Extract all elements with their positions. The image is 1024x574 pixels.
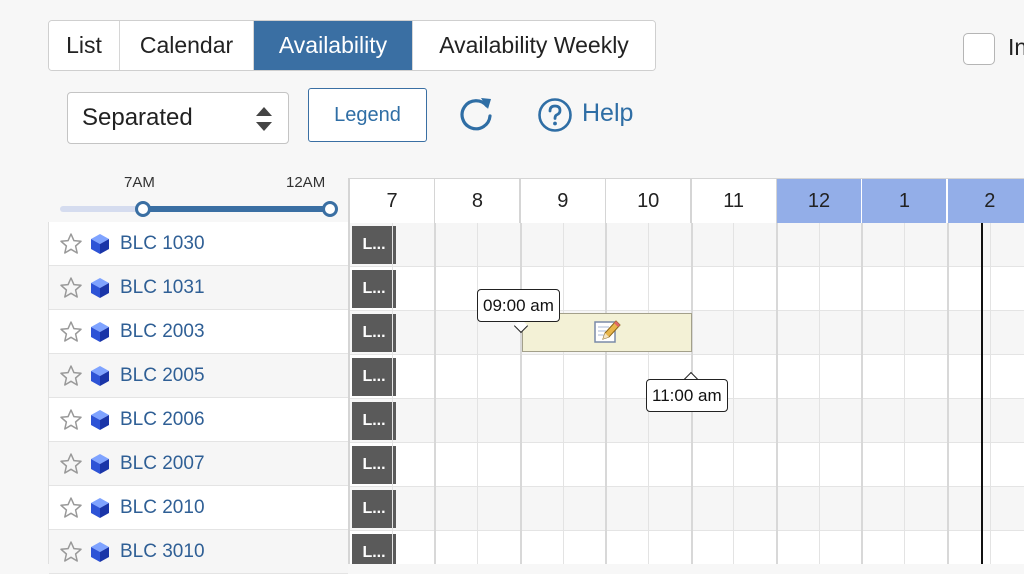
room-name-link[interactable]: BLC 2007 bbox=[120, 453, 205, 475]
grid-row[interactable]: L... bbox=[350, 443, 1024, 487]
room-row: BLC 3010 bbox=[49, 530, 348, 574]
edit-pencil-icon[interactable] bbox=[593, 318, 621, 346]
room-row: BLC 2006 bbox=[49, 398, 348, 442]
reserved-block-label[interactable]: L... bbox=[352, 446, 396, 484]
refresh-icon[interactable] bbox=[456, 94, 496, 134]
time-range-start-handle[interactable] bbox=[135, 201, 151, 217]
star-icon[interactable] bbox=[59, 452, 83, 476]
grid-line bbox=[776, 223, 778, 564]
help-icon[interactable] bbox=[537, 97, 573, 133]
reserved-block-label[interactable]: L... bbox=[352, 490, 396, 528]
star-icon[interactable] bbox=[59, 364, 83, 388]
hour-header-cell: 7 bbox=[350, 179, 436, 224]
select-arrows-icon bbox=[256, 107, 272, 131]
room-name-link[interactable]: BLC 1030 bbox=[120, 233, 205, 255]
grid-line bbox=[562, 223, 564, 564]
hour-header-cell: 2 bbox=[947, 179, 1024, 224]
hour-header-cell: 8 bbox=[435, 179, 522, 224]
grid-row[interactable]: L... bbox=[350, 487, 1024, 531]
room-cube-icon bbox=[91, 277, 109, 298]
room-name-link[interactable]: BLC 1031 bbox=[120, 277, 205, 299]
room-name-link[interactable]: BLC 3010 bbox=[120, 541, 205, 563]
room-cube-icon bbox=[91, 497, 109, 518]
reserved-block-label[interactable]: L... bbox=[352, 226, 396, 264]
room-cube-icon bbox=[91, 233, 109, 254]
star-icon[interactable] bbox=[59, 232, 83, 256]
tab-list[interactable]: List bbox=[49, 21, 120, 70]
grid-line bbox=[904, 223, 906, 564]
view-tabs: List Calendar Availability Availability … bbox=[48, 20, 656, 71]
grid-row[interactable]: L... bbox=[350, 223, 1024, 267]
room-name-link[interactable]: BLC 2003 bbox=[120, 321, 205, 343]
hour-header-cell: 1 bbox=[862, 179, 949, 224]
room-list: BLC 1030 BLC 1031 BLC 2003 BLC 2005 BLC 2006… bbox=[48, 222, 348, 574]
view-mode-select[interactable]: Separated bbox=[67, 92, 289, 144]
time-range-end-handle[interactable] bbox=[322, 201, 338, 217]
reserved-block-label[interactable]: L... bbox=[352, 314, 396, 352]
grid-line bbox=[861, 223, 864, 564]
grid-line bbox=[605, 223, 608, 564]
star-icon[interactable] bbox=[59, 408, 83, 432]
grid-line bbox=[733, 223, 735, 564]
hour-header-cell: 12 bbox=[777, 179, 863, 224]
star-icon[interactable] bbox=[59, 540, 83, 564]
grid-line bbox=[434, 223, 437, 564]
room-row: BLC 2010 bbox=[49, 486, 348, 530]
current-time-line bbox=[981, 223, 983, 564]
grid-row[interactable]: L... bbox=[350, 531, 1024, 564]
room-row: BLC 2005 bbox=[49, 354, 348, 398]
room-cube-icon bbox=[91, 409, 109, 430]
top-right-checkbox[interactable] bbox=[963, 33, 995, 65]
hour-header-cell: 10 bbox=[606, 179, 693, 224]
room-row: BLC 2003 bbox=[49, 310, 348, 354]
start-time-tooltip: 09:00 am bbox=[477, 289, 560, 322]
star-icon[interactable] bbox=[59, 276, 83, 300]
availability-grid: 7 8 9 10 11 12 1 2 L... L... L... L... L... L... L...… bbox=[348, 178, 1024, 564]
grid-line bbox=[989, 223, 991, 564]
tab-availability[interactable]: Availability bbox=[254, 21, 413, 70]
room-name-link[interactable]: BLC 2010 bbox=[120, 497, 205, 519]
end-time-tooltip: 11:00 am bbox=[646, 379, 728, 412]
grid-line bbox=[519, 223, 522, 564]
star-icon[interactable] bbox=[59, 320, 83, 344]
time-range-start-label: 7AM bbox=[124, 174, 155, 191]
grid-line bbox=[946, 223, 949, 564]
hour-header-cell: 11 bbox=[691, 179, 778, 224]
grid-line bbox=[477, 223, 479, 564]
tab-calendar[interactable]: Calendar bbox=[120, 21, 254, 70]
room-cube-icon bbox=[91, 453, 109, 474]
reserved-block-label[interactable]: L... bbox=[352, 402, 396, 440]
time-range-fill bbox=[143, 206, 330, 212]
room-row: BLC 1031 bbox=[49, 266, 348, 310]
room-cube-icon bbox=[91, 365, 109, 386]
room-row: BLC 1030 bbox=[49, 222, 348, 266]
tab-availability-weekly[interactable]: Availability Weekly bbox=[413, 21, 655, 70]
reserved-block-label[interactable]: L... bbox=[352, 270, 396, 308]
room-name-link[interactable]: BLC 2006 bbox=[120, 409, 205, 431]
room-row: BLC 2007 bbox=[49, 442, 348, 486]
top-right-checkbox-label: In bbox=[1008, 34, 1024, 60]
reserved-block-label[interactable]: L... bbox=[352, 358, 396, 396]
reserved-block-label[interactable]: L... bbox=[352, 534, 396, 564]
legend-button[interactable]: Legend bbox=[308, 88, 427, 142]
grid-line bbox=[391, 223, 393, 564]
help-link[interactable]: Help bbox=[582, 99, 633, 128]
room-cube-icon bbox=[91, 541, 109, 562]
room-name-link[interactable]: BLC 2005 bbox=[120, 365, 205, 387]
grid-line bbox=[818, 223, 820, 564]
view-mode-select-value: Separated bbox=[82, 104, 193, 131]
room-cube-icon bbox=[91, 321, 109, 342]
hour-header: 7 8 9 10 11 12 1 2 bbox=[350, 178, 1024, 224]
grid-row[interactable]: L... bbox=[350, 267, 1024, 311]
time-range-end-label: 12AM bbox=[286, 174, 326, 191]
hour-header-cell: 9 bbox=[520, 179, 607, 224]
star-icon[interactable] bbox=[59, 496, 83, 520]
